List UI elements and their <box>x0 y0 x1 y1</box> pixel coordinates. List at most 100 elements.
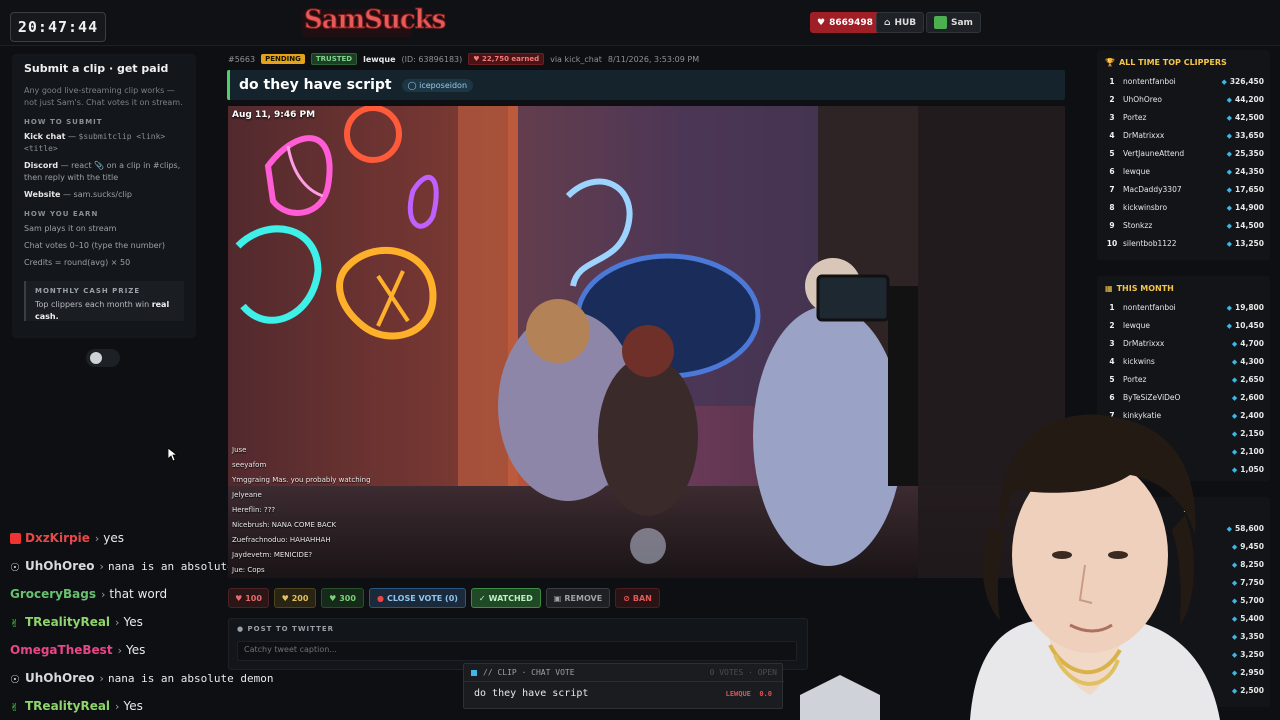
leaderboard-row[interactable]: 4 kickwins 4,300 <box>1105 354 1264 368</box>
close-vote-button[interactable]: ● CLOSE VOTE (0) <box>369 588 466 608</box>
status-badge: PENDING <box>261 54 305 64</box>
home-icon: ⌂ <box>884 17 891 28</box>
leaderboard-row[interactable]: 10 silentbob1122 13,250 <box>1105 236 1264 250</box>
chevron-right-icon: › <box>94 531 100 545</box>
leaderboard-value: 4,700 <box>1232 339 1264 348</box>
leaderboard-name: kickwinsbro <box>1123 202 1168 212</box>
video-chat-line: Juse <box>232 446 247 454</box>
chat-message: DxzKirpie › yes <box>10 528 124 548</box>
chat-username[interactable]: UhOhOreo <box>25 559 95 573</box>
website-text[interactable]: — sam.sucks/clip <box>63 190 132 199</box>
video-chat-line: Jue: Cops <box>232 566 265 574</box>
chevron-right-icon: › <box>99 559 104 573</box>
leaderboard-row[interactable]: 5 VertJauneAttend 25,350 <box>1105 146 1264 160</box>
website-instruction: Website — sam.sucks/clip <box>24 189 184 201</box>
leaderboard-rank: 3 <box>1109 338 1115 348</box>
vote-header: // CLIP · CHAT VOTE 0 VOTES · OPEN <box>464 664 784 682</box>
discord-label: Discord <box>24 161 59 170</box>
earn-step-1: Sam plays it on stream <box>24 224 117 233</box>
leaderboard-value: 24,350 <box>1227 167 1264 176</box>
month-heading: ▦ THIS MONTH <box>1105 284 1174 293</box>
leaderboard-row[interactable]: 6 ByTeSiZeViDeO 2,600 <box>1105 390 1264 404</box>
chevron-right-icon: › <box>99 671 104 685</box>
how-submit-heading: HOW TO SUBMIT <box>24 118 103 126</box>
chat-username[interactable]: UhOhOreo <box>25 671 95 685</box>
leaderboard-rank: 10 <box>1106 238 1118 248</box>
leaderboard-row[interactable]: 3 DrMatrixxx 4,700 <box>1105 336 1264 350</box>
leaderboard-name: Portez <box>1123 374 1147 384</box>
leaderboard-row[interactable]: 7 MacDaddy3307 17,650 <box>1105 182 1264 196</box>
tweet-caption-input[interactable]: Catchy tweet caption... <box>237 641 797 661</box>
leaderboard-name: Stonkzz <box>1123 220 1153 230</box>
channel-tag[interactable]: ◯ iceposeidon <box>401 78 474 92</box>
leaderboard-name: Portez <box>1123 112 1147 122</box>
leaderboard-rank: 2 <box>1109 94 1115 104</box>
clip-title: do they have script <box>239 77 392 93</box>
chat-vote-widget: // CLIP · CHAT VOTE 0 VOTES · OPEN do th… <box>463 663 784 709</box>
hub-button[interactable]: ⌂ HUB <box>876 12 925 33</box>
leaderboard-row[interactable]: 2 lewque 10,450 <box>1105 318 1264 332</box>
chat-username[interactable]: TRealityReal <box>25 615 110 629</box>
website-label: Website <box>24 190 61 199</box>
cash-prize-box: MONTHLY CASH PRIZE Top clippers each mon… <box>24 281 184 321</box>
leaderboard-value: 33,650 <box>1227 131 1264 140</box>
leaderboard-row[interactable]: 1 nontentfanboi 326,450 <box>1105 74 1264 88</box>
chat-username[interactable]: DxzKirpie <box>25 531 90 545</box>
credits-button[interactable]: ♥ 8669498 <box>810 12 880 33</box>
video-chat-line: Hereflin: ??? <box>232 506 276 514</box>
leaderboard-row[interactable]: 6 lewque 24,350 <box>1105 164 1264 178</box>
leaderboard-value: 2,650 <box>1232 375 1264 384</box>
site-logo[interactable]: SamSucks <box>300 3 447 41</box>
leaderboard-rank: 6 <box>1109 166 1115 176</box>
leaderboard-value: 42,500 <box>1227 113 1264 122</box>
peace-hand-icon: ✌ <box>10 616 20 630</box>
leaderboard-rank: 8 <box>1109 202 1115 212</box>
submitter-id: (ID: 63896183) <box>401 54 463 64</box>
leaderboard-row[interactable]: 2 UhOhOreo 44,200 <box>1105 92 1264 106</box>
video-chat-line: Ymggraing Mas. you probably watching <box>232 476 371 484</box>
leaderboard-row[interactable]: 4 DrMatrixxx 33,650 <box>1105 128 1264 142</box>
leaderboard-row[interactable]: 9 Stonkzz 14,500 <box>1105 218 1264 232</box>
trust-badge: TRUSTED <box>310 53 358 65</box>
leaderboard-value: 13,250 <box>1227 239 1264 248</box>
submitted-at: 8/11/2026, 3:53:09 PM <box>607 54 700 64</box>
chevron-right-icon: › <box>100 587 106 601</box>
credits-value: 8669498 <box>829 17 873 28</box>
ban-button[interactable]: ⊘ BAN <box>615 588 660 608</box>
leaderboard-row[interactable]: 5 Portez 2,650 <box>1105 372 1264 386</box>
award-200-button[interactable]: ♥ 200 <box>274 588 316 608</box>
ban-icon: ⊘ <box>623 593 630 603</box>
chat-text: Yes <box>123 699 143 713</box>
gem-icon: ♥ <box>235 593 243 603</box>
chat-username[interactable]: GroceryBags <box>10 587 96 601</box>
leaderboard-row[interactable]: 1 nontentfanboi 19,800 <box>1105 300 1264 314</box>
remove-button[interactable]: ▣ REMOVE <box>545 588 611 608</box>
earn-step-3: Credits = round(avg) × 50 <box>24 258 131 267</box>
watched-button[interactable]: ✓ WATCHED <box>470 588 541 608</box>
leaderboard-name: silentbob1122 <box>1123 238 1177 248</box>
logo-text: SamSucks <box>303 5 446 36</box>
stream-clock: 20:47:44 <box>10 12 106 42</box>
via-source: via kick_chat <box>550 54 602 64</box>
chevron-right-icon: › <box>115 615 120 629</box>
chat-username[interactable]: OmegaTheBest <box>10 643 113 657</box>
mouse-cursor-icon <box>168 448 178 462</box>
submitter-name[interactable]: lewque <box>363 55 395 64</box>
leaderboard-row[interactable]: 8 kickwinsbro 14,900 <box>1105 200 1264 214</box>
hub-label: HUB <box>894 17 917 28</box>
award-300-button[interactable]: ♥ 300 <box>321 588 364 608</box>
vote-question: do they have script <box>474 688 589 699</box>
video-chat-line: Zuefrachnoduo: HAHAHHAH <box>232 536 331 544</box>
user-button[interactable]: Sam <box>926 12 981 33</box>
leaderboard-row[interactable]: 3 Portez 42,500 <box>1105 110 1264 124</box>
theme-toggle[interactable] <box>86 349 120 367</box>
record-icon: ● <box>377 593 384 603</box>
video-chat-line: Jaydevetm: MENICIDE? <box>232 551 313 559</box>
chat-username[interactable]: TRealityReal <box>25 699 110 713</box>
panel-description: Any good live-streaming clip works — not… <box>24 86 183 107</box>
leaderboard-name: nontentfanboi <box>1123 76 1176 86</box>
prize-heading: MONTHLY CASH PRIZE <box>35 287 141 295</box>
leaderboard-value: 17,650 <box>1227 185 1264 194</box>
award-100-button[interactable]: ♥ 100 <box>228 588 269 608</box>
leaderboard-value: 19,800 <box>1227 303 1264 312</box>
